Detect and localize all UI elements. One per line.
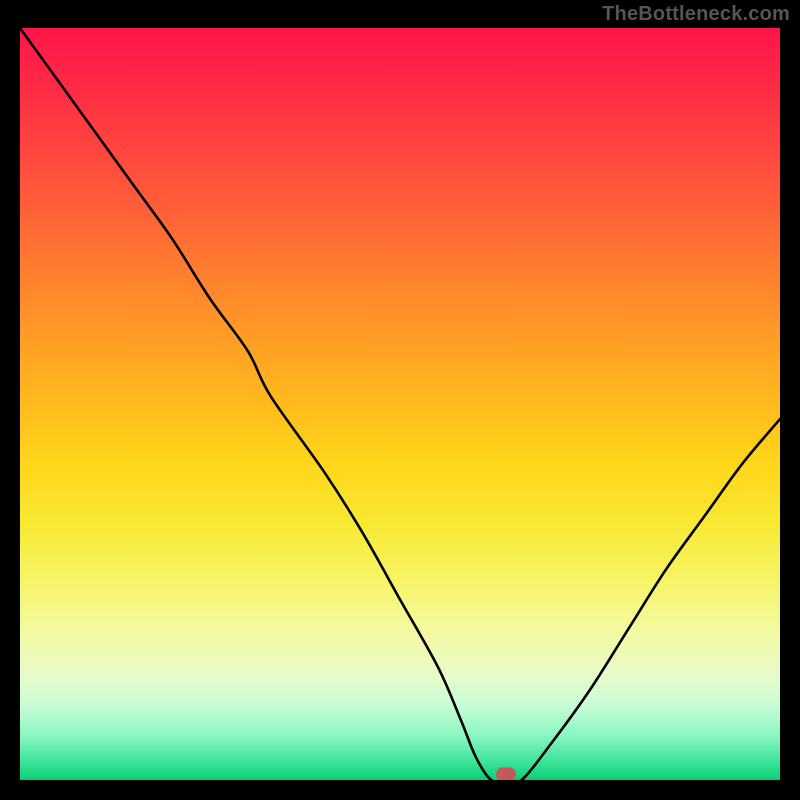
chart-container: TheBottleneck.com: [0, 0, 800, 800]
plot-frame: [20, 28, 780, 780]
bottleneck-curve: [20, 28, 780, 780]
optimum-marker: [496, 767, 516, 780]
plot-area: [20, 28, 780, 780]
watermark-text: TheBottleneck.com: [602, 3, 790, 26]
